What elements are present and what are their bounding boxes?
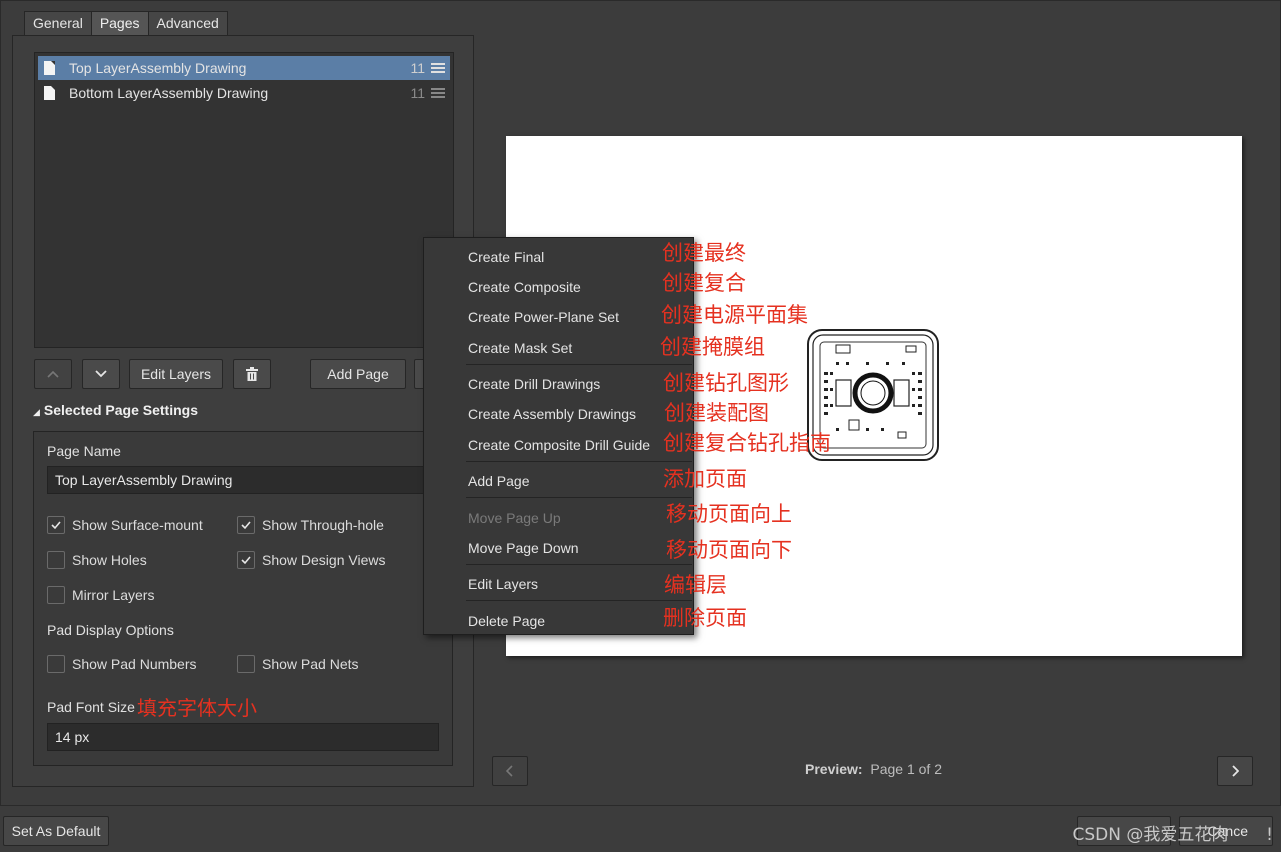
chevron-right-icon: [1232, 765, 1239, 777]
show-pad-nets-checkbox[interactable]: Show Pad Nets: [237, 655, 359, 673]
menu-item-create-drill-drawings[interactable]: Create Drill Drawings: [468, 376, 600, 392]
selected-page-settings-header[interactable]: ◢ Selected Page Settings: [33, 402, 198, 418]
next-page-button[interactable]: [1217, 756, 1253, 786]
menu-item-create-final[interactable]: Create Final: [468, 249, 544, 265]
page-list: Top LayerAssembly Drawing 11 Bottom Laye…: [34, 52, 454, 348]
chevron-down-icon: [95, 370, 107, 378]
menu-separator: [466, 364, 692, 365]
menu-icon[interactable]: [431, 88, 445, 98]
trash-icon: [246, 367, 258, 381]
pad-font-size-annotation: 填充字体大小: [137, 696, 257, 720]
annotation-create-final: 创建最终: [662, 241, 746, 265]
show-pad-numbers-checkbox[interactable]: Show Pad Numbers: [47, 655, 197, 673]
menu-item-delete-page[interactable]: Delete Page: [468, 613, 545, 629]
checkbox-checked-icon: [47, 516, 65, 534]
chevron-up-icon: [47, 370, 59, 378]
show-through-hole-checkbox[interactable]: Show Through-hole: [237, 516, 384, 534]
tab-bar: General Pages Advanced: [24, 11, 228, 36]
pages-panel: Top LayerAssembly Drawing 11 Bottom Laye…: [12, 35, 474, 787]
selected-page-settings: Page Name Top LayerAssembly Drawing Show…: [33, 431, 453, 766]
page-layer-count: 11: [410, 85, 425, 101]
page-list-item[interactable]: Top LayerAssembly Drawing 11: [38, 56, 450, 80]
menu-item-add-page[interactable]: Add Page: [468, 473, 530, 489]
page-label: Bottom LayerAssembly Drawing: [69, 85, 269, 101]
menu-item-move-page-down[interactable]: Move Page Down: [468, 540, 579, 556]
menu-separator: [466, 461, 692, 462]
show-holes-checkbox[interactable]: Show Holes: [47, 551, 147, 569]
annotation-create-composite-drill-guide: 创建复合钻孔指南: [663, 431, 831, 455]
page-name-field[interactable]: Top LayerAssembly Drawing: [47, 466, 427, 494]
annotation-move-page-up: 移动页面向上: [666, 502, 792, 526]
annotation-add-page: 添加页面: [663, 467, 747, 491]
page-document-icon: [44, 86, 55, 100]
checkbox-checked-icon: [237, 551, 255, 569]
menu-item-edit-layers[interactable]: Edit Layers: [468, 576, 538, 592]
tab-pages[interactable]: Pages: [90, 11, 149, 36]
page-options-menu: Create Final Create Composite Create Pow…: [423, 237, 694, 635]
menu-icon[interactable]: [431, 63, 445, 73]
page-label: Top LayerAssembly Drawing: [69, 60, 247, 76]
page-layer-count: 11: [410, 60, 425, 76]
annotation-create-power-plane-set: 创建电源平面集: [661, 303, 808, 327]
checkbox-checked-icon: [237, 516, 255, 534]
move-down-button[interactable]: [82, 359, 120, 389]
set-as-default-button[interactable]: Set As Default: [3, 816, 109, 846]
page-document-icon: [44, 61, 55, 75]
annotation-delete-page: 删除页面: [663, 606, 747, 630]
annotation-create-mask-set: 创建掩膜组: [660, 335, 765, 359]
annotation-create-composite: 创建复合: [662, 271, 746, 295]
menu-item-create-power-plane-set[interactable]: Create Power-Plane Set: [468, 309, 619, 325]
collapse-triangle-icon: ◢: [33, 407, 40, 417]
watermark: CSDN @我爱五花肉 !: [1072, 825, 1273, 845]
edit-layers-button[interactable]: Edit Layers: [129, 359, 223, 389]
tab-advanced[interactable]: Advanced: [147, 11, 228, 36]
annotation-move-page-down: 移动页面向下: [666, 538, 792, 562]
tab-general[interactable]: General: [24, 11, 92, 36]
menu-separator: [466, 564, 692, 565]
page-name-label: Page Name: [47, 443, 121, 459]
menu-item-create-mask-set[interactable]: Create Mask Set: [468, 340, 572, 356]
annotation-create-assembly-drawings: 创建装配图: [664, 401, 769, 425]
menu-item-create-assembly-drawings[interactable]: Create Assembly Drawings: [468, 406, 636, 422]
show-design-views-checkbox[interactable]: Show Design Views: [237, 551, 385, 569]
add-page-button[interactable]: Add Page: [310, 359, 406, 389]
annotation-create-drill-drawings: 创建钻孔图形: [663, 371, 789, 395]
move-up-button[interactable]: [34, 359, 72, 389]
preview-page-info: Page 1 of 2: [870, 761, 942, 777]
delete-page-button[interactable]: [233, 359, 271, 389]
menu-item-move-page-up[interactable]: Move Page Up: [468, 510, 561, 526]
menu-item-create-composite[interactable]: Create Composite: [468, 279, 581, 295]
page-list-item[interactable]: Bottom LayerAssembly Drawing 11: [38, 81, 450, 105]
annotation-edit-layers: 编辑层: [664, 573, 727, 597]
menu-item-create-composite-drill-guide[interactable]: Create Composite Drill Guide: [468, 437, 650, 453]
chevron-left-icon: [506, 765, 513, 777]
previous-page-button[interactable]: [492, 756, 528, 786]
pad-font-size-label: Pad Font Size: [47, 699, 135, 715]
pad-display-options-label: Pad Display Options: [47, 622, 174, 638]
mirror-layers-checkbox[interactable]: Mirror Layers: [47, 586, 154, 604]
menu-separator: [466, 497, 692, 498]
show-surface-mount-checkbox[interactable]: Show Surface-mount: [47, 516, 203, 534]
menu-separator: [466, 600, 692, 601]
preview-status: Preview: Page 1 of 2: [805, 761, 942, 777]
preview-label: Preview:: [805, 761, 863, 777]
pad-font-size-field[interactable]: 14 px: [47, 723, 439, 751]
